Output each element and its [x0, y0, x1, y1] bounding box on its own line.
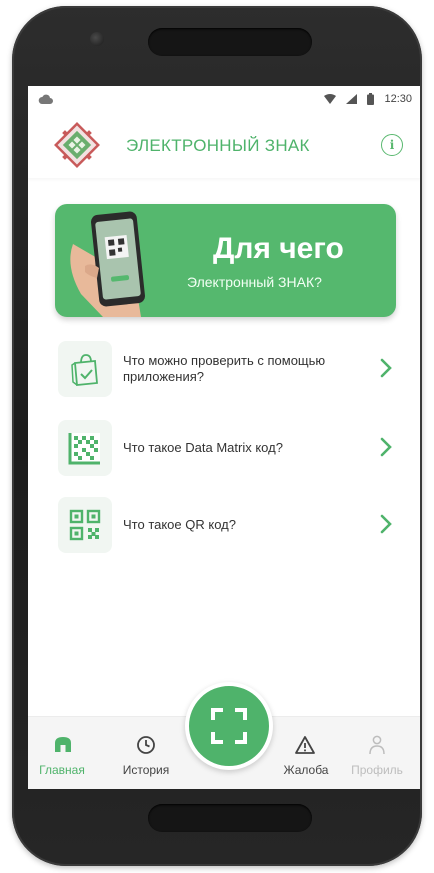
nav-item-history[interactable]: История: [114, 717, 178, 789]
item-icon-box: [58, 341, 112, 397]
app-logo-icon: [54, 122, 100, 168]
scan-button[interactable]: [185, 682, 273, 770]
nav-label: История: [122, 763, 170, 777]
user-icon: [369, 735, 385, 755]
nav-label: Главная: [39, 763, 85, 777]
chevron-right-icon: [380, 358, 392, 378]
warning-icon: [295, 736, 315, 754]
item-icon-box: [58, 420, 112, 476]
app-title: ЭЛЕКТРОННЫЙ ЗНАК: [126, 136, 310, 155]
list-item-label: Что можно проверить с помощью приложения…: [123, 353, 326, 384]
chevron-right-icon: [380, 514, 392, 534]
nav-label: Жалоба: [283, 763, 329, 777]
bottom-speaker: [148, 804, 312, 832]
app-bar: ЭЛЕКТРОННЫЙ ЗНАК i: [28, 116, 420, 178]
item-icon-box: [58, 497, 112, 553]
battery-icon: [367, 93, 375, 105]
wifi-icon: [324, 94, 337, 104]
signal-icon: [346, 94, 358, 104]
info-button[interactable]: i: [381, 134, 403, 156]
chevron-right-icon: [380, 437, 392, 457]
info-banner[interactable]: Для чего Электронный ЗНАК?: [55, 204, 396, 317]
banner-title: Для чего: [213, 232, 344, 265]
data-matrix-icon: [68, 433, 100, 465]
list-item-qr-code[interactable]: Что такое QR код?: [58, 497, 398, 553]
list-item-label: Что такое QR код?: [123, 517, 236, 532]
earpiece-speaker: [148, 28, 312, 56]
info-icon: i: [389, 138, 395, 152]
qr-code-icon: [69, 509, 101, 541]
list-item-label: Что такое Data Matrix код?: [123, 440, 283, 455]
banner-subtitle: Электронный ЗНАК?: [187, 274, 322, 290]
phone-scan-illustration-icon: [70, 211, 145, 317]
list-item-data-matrix[interactable]: Что такое Data Matrix код?: [58, 420, 398, 476]
clock-icon: [137, 736, 155, 754]
front-camera: [90, 32, 104, 46]
nav-item-profile[interactable]: Профиль: [346, 717, 408, 789]
status-time: 12:30: [384, 93, 412, 105]
scan-frame-icon: [211, 708, 247, 744]
status-bar: 12:30: [28, 86, 420, 114]
nav-label: Профиль: [351, 763, 403, 777]
home-icon: [55, 737, 71, 752]
app-screen: 12:30 ЭЛЕКТРОННЫЙ ЗНАК i Для чего Электр…: [28, 86, 420, 789]
nav-item-complaint[interactable]: Жалоба: [276, 717, 336, 789]
list-item-check-products[interactable]: Что можно проверить с помощью приложения…: [58, 341, 398, 397]
cloud-icon: [38, 93, 54, 108]
nav-item-home[interactable]: Главная: [34, 717, 90, 789]
shopping-bag-check-icon: [71, 354, 98, 386]
